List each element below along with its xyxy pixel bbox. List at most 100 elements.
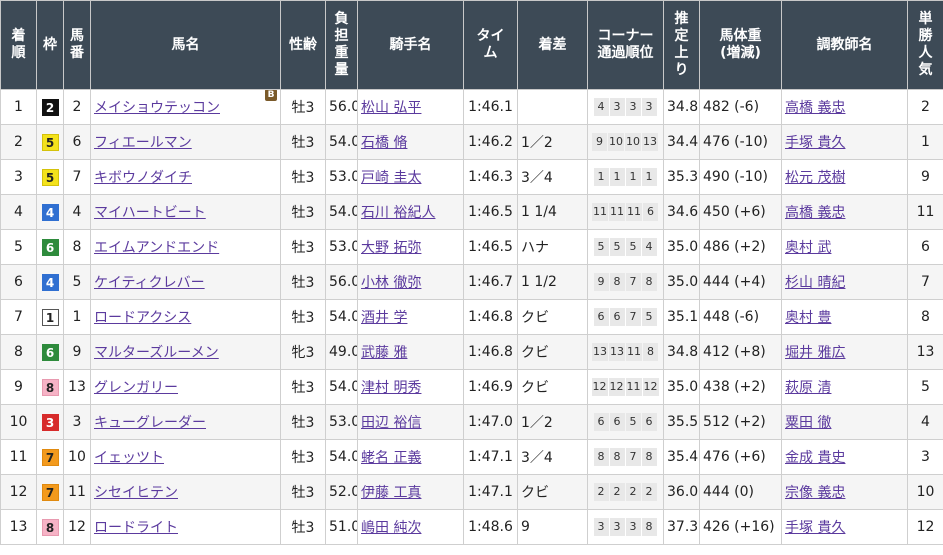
horse-name-cell: イェッツト	[90, 439, 281, 475]
trainer-link[interactable]: 手塚 貴久	[785, 520, 845, 536]
body-weight-cell: 482 (-6)	[699, 89, 782, 125]
agari-cell: 35.0	[663, 369, 700, 405]
margin-cell: クビ	[517, 369, 588, 405]
jockey-link[interactable]: 松山 弘平	[361, 100, 421, 116]
margin: 1 1/2	[521, 274, 557, 290]
jockey-link[interactable]: 酒井 学	[361, 310, 407, 326]
horse-name-link[interactable]: メイショウテッコン	[94, 100, 220, 116]
horse-name-link[interactable]: ケイティクレバー	[94, 275, 205, 291]
margin: クビ	[521, 380, 549, 396]
time-cell: 1:46.8	[463, 299, 518, 335]
corner-cell: 11 11 11 6	[587, 194, 664, 230]
horse-name-link[interactable]: ロードアクシス	[94, 310, 191, 326]
agari-time: 35.1	[667, 309, 699, 325]
carried-weight: 52.0	[329, 484, 358, 500]
corner-position: 2	[593, 483, 609, 501]
finish-time: 1:46.8	[468, 309, 513, 325]
margin-cell: クビ	[517, 334, 588, 370]
jockey-link[interactable]: 戸崎 圭太	[361, 170, 421, 186]
horse-name-link[interactable]: シセイヒテン	[94, 485, 178, 501]
sex-age-cell: 牡3	[280, 89, 326, 125]
corner-position: 8	[609, 448, 625, 466]
table-row: 3 5 7 キボウノダイチ 牡3 53.0 戸崎 圭太 1:46.3 3／4 1…	[0, 159, 943, 195]
trainer-link[interactable]: 堀井 雅広	[785, 345, 845, 361]
popularity-cell: 10	[907, 474, 943, 510]
horse-name-link[interactable]: マイハートビート	[94, 205, 206, 221]
agari-time: 35.0	[667, 239, 699, 255]
rank: 10	[9, 414, 28, 430]
horse-name-link[interactable]: ロードライト	[94, 520, 178, 536]
corner-cell: 4333	[587, 89, 664, 125]
rank-cell: 13	[0, 509, 37, 545]
jockey-cell: 石川 裕紀人	[357, 194, 464, 230]
jockey-link[interactable]: 石橋 脩	[361, 135, 407, 151]
horse-name-link[interactable]: イェッツト	[94, 450, 164, 466]
jockey-link[interactable]: 津村 明秀	[361, 380, 421, 396]
trainer-link[interactable]: 宗像 義忠	[785, 485, 845, 501]
corner-position: 9	[593, 273, 609, 291]
horse-name-link[interactable]: グレンガリー	[94, 380, 178, 396]
trainer-cell: 杉山 晴紀	[781, 264, 908, 300]
waku-cell: 6	[36, 229, 64, 265]
margin-cell: 1 1/4	[517, 194, 588, 230]
corner-position: 8	[643, 343, 658, 361]
corner-position: 13	[609, 343, 625, 361]
trainer-link[interactable]: 松元 茂樹	[785, 170, 845, 186]
jockey-link[interactable]: 嶋田 純次	[361, 520, 421, 536]
waku-cell: 7	[36, 439, 64, 475]
jockey-link[interactable]: 伊藤 工真	[361, 485, 421, 501]
waku-cell: 6	[36, 334, 64, 370]
corner-position: 3	[641, 98, 657, 116]
table-row: 7 1 1 ロードアクシス 牡3 54.0 酒井 学 1:46.8 クビ 667…	[0, 299, 943, 335]
trainer-link[interactable]: 金成 貴史	[785, 450, 845, 466]
jockey-link[interactable]: 小林 徹弥	[361, 275, 421, 291]
margin: 1 1/4	[521, 204, 557, 220]
jockey-link[interactable]: 田辺 裕信	[361, 415, 421, 431]
margin-cell: 1 1/2	[517, 264, 588, 300]
jockey-link[interactable]: 石川 裕紀人	[361, 205, 435, 221]
agari-cell: 34.4	[663, 124, 700, 160]
trainer-link[interactable]: 萩原 清	[785, 380, 831, 396]
body-weight: 444 (+4)	[703, 274, 766, 290]
horse-name-cell: エイムアンドエンド	[90, 229, 281, 265]
trainer-link[interactable]: 粟田 徹	[785, 415, 831, 431]
rank: 9	[14, 379, 23, 395]
horse-name-link[interactable]: キューグレーダー	[94, 415, 206, 431]
rank: 8	[14, 344, 23, 360]
finish-time: 1:46.9	[468, 379, 513, 395]
jockey-link[interactable]: 蛯名 正義	[361, 450, 421, 466]
sex-age-cell: 牡3	[280, 194, 326, 230]
horse-name-link[interactable]: キボウノダイチ	[94, 170, 192, 186]
trainer-link[interactable]: 奥村 武	[785, 240, 831, 256]
trainer-link[interactable]: 奥村 豊	[785, 310, 831, 326]
trainer-link[interactable]: 手塚 貴久	[785, 135, 845, 151]
header-agari: 推定上り	[663, 0, 700, 90]
header-rank: 着順	[0, 0, 37, 90]
carried-weight: 56.0	[329, 99, 358, 115]
body-weight: 476 (-10)	[703, 134, 768, 150]
corner-position: 11	[592, 203, 608, 221]
horse-name-cell: ロードライト	[90, 509, 281, 545]
trainer-link[interactable]: 高橋 義忠	[785, 205, 845, 221]
horse-name-link[interactable]: フィエールマン	[94, 135, 192, 151]
jockey-link[interactable]: 武藤 雅	[361, 345, 407, 361]
trainer-cell: 手塚 貴久	[781, 509, 908, 545]
body-weight: 412 (+8)	[703, 344, 766, 360]
horse-name-link[interactable]: エイムアンドエンド	[94, 240, 219, 256]
header-row: 着順 枠 馬番 馬名 性齢 負担重量 騎手名 タイム 着差 コーナー 通過順位 推…	[0, 0, 943, 90]
margin-cell: 3／4	[517, 439, 588, 475]
trainer-link[interactable]: 杉山 晴紀	[785, 275, 845, 291]
horse-name-link[interactable]: マルターズルーメン	[94, 345, 219, 361]
table-row: 13 8 12 ロードライト 牡3 51.0 嶋田 純次 1:48.6 9 33…	[0, 509, 943, 545]
umaban-cell: 4	[63, 194, 91, 230]
waku-cell: 4	[36, 264, 64, 300]
jockey-link[interactable]: 大野 拓弥	[361, 240, 421, 256]
sex-age: 牡3	[291, 450, 315, 466]
corner-position: 6	[641, 413, 657, 431]
body-weight: 448 (-6)	[703, 309, 760, 325]
agari-cell: 35.0	[663, 229, 700, 265]
trainer-link[interactable]: 高橋 義忠	[785, 100, 845, 116]
margin: 3／4	[521, 170, 553, 186]
popularity-cell: 13	[907, 334, 943, 370]
umaban-cell: 6	[63, 124, 91, 160]
